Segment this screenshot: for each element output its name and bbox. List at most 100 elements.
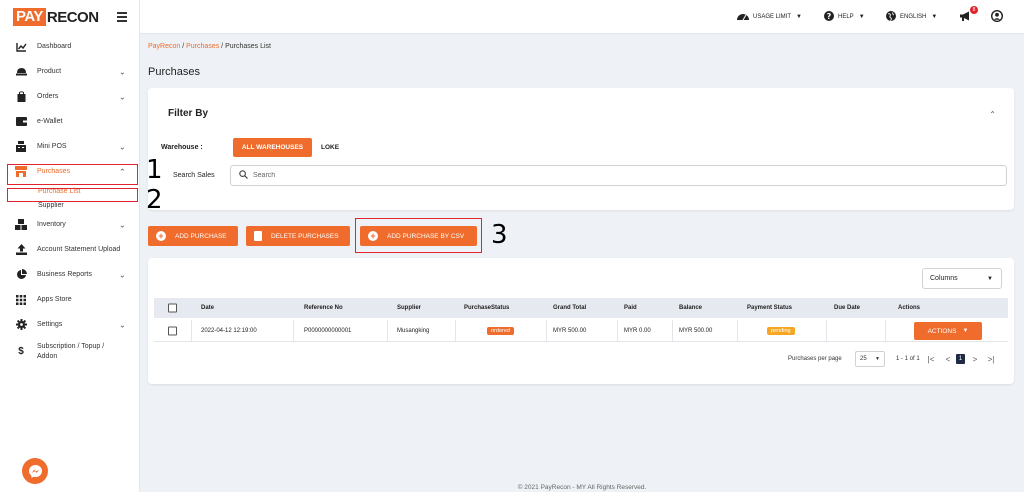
breadcrumb-root-link[interactable]: PayRecon	[148, 43, 180, 50]
cell-balance: MYR 500.00	[679, 327, 713, 334]
brand-header: PAY RECON	[0, 0, 139, 34]
annotation-number-3: 3	[491, 220, 508, 250]
row-actions-button[interactable]: ACTIONS ▼	[914, 322, 982, 340]
footer-copyright: © 2021 PayRecon - MY All Rights Reserved…	[517, 484, 647, 491]
language-dropdown[interactable]: ENGLISH ▼	[886, 0, 937, 34]
sidebar-item-label: Product	[37, 68, 62, 75]
help-icon: ?	[824, 10, 834, 24]
last-page-icon[interactable]: >|	[986, 353, 996, 365]
sidebar-item-label: Subscription / Topup / Addon	[37, 342, 104, 362]
caret-down-icon: ▼	[858, 14, 865, 20]
sidebar-item-mini-pos[interactable]: Mini POS ⌄	[0, 134, 139, 159]
column-header-payment-status[interactable]: Payment Status	[747, 298, 792, 318]
bag-icon	[15, 91, 27, 103]
notifications-button[interactable]: 8	[960, 0, 978, 34]
column-header-date[interactable]: Date	[201, 298, 214, 318]
sidebar-item-label: Business Reports	[37, 271, 92, 278]
plus-circle-icon: +	[156, 231, 166, 241]
sidebar: PAY RECON Dashboard Product ⌄ Orders ⌄ e…	[0, 0, 140, 492]
grid-icon	[15, 294, 27, 306]
first-page-icon[interactable]: |<	[926, 353, 936, 365]
sidebar-item-business-reports[interactable]: Business Reports ⌄	[0, 262, 139, 287]
sidebar-item-orders[interactable]: Orders ⌄	[0, 84, 139, 109]
chevron-down-icon: ⌄	[119, 67, 126, 76]
sidebar-item-product[interactable]: Product ⌄	[0, 59, 139, 84]
row-checkbox[interactable]	[168, 326, 177, 335]
sidebar-item-settings[interactable]: Settings ⌄	[0, 312, 139, 337]
dashboard-gauge-icon	[737, 12, 749, 23]
search-input[interactable]	[253, 172, 953, 179]
columns-label: Columns	[930, 275, 958, 282]
column-header-reference[interactable]: Reference No	[304, 298, 343, 318]
cell-date: 2022-04-12 12:19:00	[201, 327, 257, 334]
purchases-table-card: Columns ▼ Date Reference No Supplier Pur…	[148, 258, 1014, 384]
usage-limit-dropdown[interactable]: USAGE LIMIT ▼	[737, 0, 802, 34]
product-icon	[15, 66, 27, 78]
column-header-balance[interactable]: Balance	[679, 298, 702, 318]
caret-down-icon: ▼	[987, 275, 993, 282]
menu-toggle-icon[interactable]	[117, 12, 127, 22]
filter-card: Filter By ⌃ Warehouse : ALL WAREHOUSES L…	[148, 88, 1014, 210]
help-dropdown[interactable]: ? HELP ▼	[824, 0, 865, 34]
add-purchase-button[interactable]: + ADD PURCHASE	[148, 226, 238, 246]
sidebar-item-ewallet[interactable]: e-Wallet	[0, 109, 139, 134]
column-header-paid[interactable]: Paid	[624, 298, 637, 318]
sidebar-item-apps-store[interactable]: Apps Store	[0, 287, 139, 312]
collapse-chevron-icon[interactable]: ⌃	[989, 110, 996, 119]
delete-purchases-button[interactable]: DELETE PURCHASES	[246, 226, 350, 246]
delete-purchases-label: DELETE PURCHASES	[271, 232, 339, 240]
user-account-button[interactable]	[990, 0, 1007, 34]
warehouse-label: Warehouse :	[161, 144, 203, 151]
logo-recon-text: RECON	[46, 8, 99, 26]
sidebar-item-dashboard[interactable]: Dashboard	[0, 34, 139, 59]
annotation-number-2: 2	[146, 185, 163, 215]
sidebar-item-label-line1: Subscription / Topup /	[37, 343, 105, 350]
breadcrumb-section-link[interactable]: Purchases	[186, 43, 219, 50]
svg-text:?: ?	[827, 12, 832, 21]
cell-reference: P0000000000001	[304, 327, 352, 334]
next-page-icon[interactable]: >	[970, 353, 980, 365]
dollar-icon: $	[18, 346, 24, 357]
annotation-box-purchase-list	[7, 188, 138, 202]
sidebar-item-account-statement-upload[interactable]: Account Statement Upload	[0, 237, 139, 262]
wallet-icon	[15, 116, 27, 128]
sidebar-item-label: Apps Store	[37, 296, 72, 303]
column-header-grand-total[interactable]: Grand Total	[553, 298, 586, 318]
column-header-purchase-status[interactable]: PurchaseStatus	[464, 298, 509, 318]
usage-limit-label: USAGE LIMIT	[753, 14, 792, 20]
caret-down-icon: ▼	[931, 14, 938, 20]
sidebar-item-inventory[interactable]: Inventory ⌄	[0, 212, 139, 237]
language-label: ENGLISH	[900, 14, 927, 20]
warehouse-all-button[interactable]: ALL WAREHOUSES	[233, 138, 312, 157]
breadcrumb-current: Purchases List	[225, 43, 271, 50]
per-page-select[interactable]: 25 ▼	[855, 351, 885, 367]
sidebar-item-label: Orders	[37, 93, 59, 100]
gear-icon	[15, 319, 27, 331]
column-header-actions: Actions	[898, 305, 921, 311]
boxes-icon	[15, 219, 27, 231]
messenger-chat-button[interactable]	[22, 458, 48, 484]
cell-grand-total: MYR 500.00	[553, 327, 587, 334]
breadcrumb: PayRecon / Purchases / Purchases List	[148, 43, 271, 50]
warehouse-loke-button[interactable]: LOKE	[316, 138, 344, 157]
add-purchase-label: ADD PURCHASE	[175, 232, 227, 240]
sidebar-item-subscription[interactable]: $ Subscription / Topup / Addon	[0, 337, 139, 367]
select-all-checkbox[interactable]	[168, 303, 177, 313]
top-navbar: USAGE LIMIT ▼ ? HELP ▼ ENGLISH ▼ 8	[140, 0, 1024, 34]
sidebar-subitem-label: Supplier	[38, 201, 64, 209]
pie-icon	[15, 269, 27, 281]
sidebar-item-label-line2: Addon	[37, 353, 58, 360]
column-header-supplier[interactable]: Supplier	[397, 298, 421, 318]
per-page-label: Purchases per page	[788, 356, 842, 362]
chevron-down-icon: ⌄	[119, 92, 126, 101]
payrecon-logo[interactable]: PAY RECON	[13, 8, 99, 26]
caret-down-icon: ▼	[875, 356, 880, 362]
sidebar-item-label: Settings	[37, 321, 63, 328]
column-header-due-date[interactable]: Due Date	[834, 298, 860, 318]
columns-dropdown[interactable]: Columns ▼	[922, 268, 1002, 289]
prev-page-icon[interactable]: <	[943, 353, 953, 365]
current-page-button[interactable]: 1	[956, 354, 965, 364]
notification-badge: 8	[970, 6, 978, 14]
upload-icon	[15, 244, 27, 256]
help-label: HELP	[838, 14, 854, 20]
